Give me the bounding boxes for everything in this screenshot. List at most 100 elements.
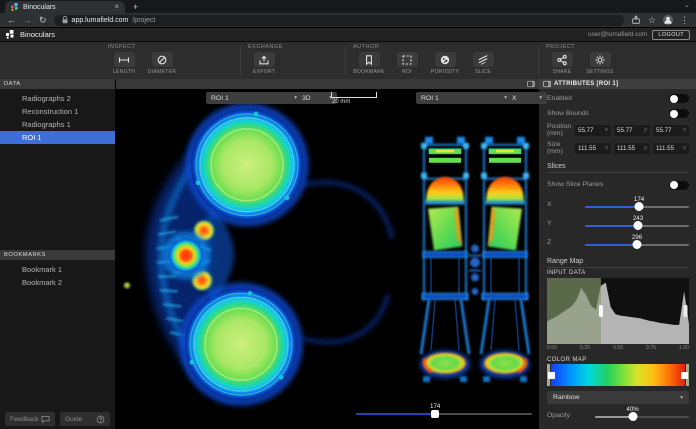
- share-button[interactable]: [552, 52, 573, 67]
- show-slice-planes-toggle[interactable]: [669, 181, 689, 190]
- guide-label: Guide: [65, 416, 82, 423]
- tab-close-icon[interactable]: ×: [114, 3, 119, 11]
- guide-button[interactable]: Guide: [60, 412, 110, 426]
- input-data-histogram[interactable]: [547, 278, 689, 344]
- viewport: ROI 1 ▾ 3D ▾ 20 mm ROI 1 ▾ X ▾: [116, 79, 539, 429]
- toolbar: INSPECT LENGTH DIAMETER EXCHANGE: [0, 42, 696, 79]
- url-host: app.lumafield.com: [72, 17, 129, 24]
- opacity-slider[interactable]: 40%: [595, 407, 689, 423]
- slice-icon: [477, 54, 489, 66]
- forward-icon[interactable]: →: [23, 15, 32, 25]
- browser-tab[interactable]: Binoculars ×: [5, 1, 125, 13]
- new-tab-button[interactable]: +: [133, 2, 138, 12]
- sidebar-footer: Feedback Guide: [5, 412, 110, 426]
- position-y-field[interactable]: 55.77y: [614, 125, 650, 136]
- left-view-dataset-select[interactable]: ROI 1 ▾: [206, 92, 302, 104]
- settings-button[interactable]: [590, 52, 611, 67]
- input-data-label: INPUT DATA: [547, 270, 689, 276]
- lumafield-logo: [6, 30, 15, 39]
- tab-title: Binoculars: [23, 4, 56, 11]
- slice-x-value: 174: [634, 196, 644, 203]
- color-map-select[interactable]: Rainbow ▾: [547, 391, 689, 404]
- ct-3d-render[interactable]: [116, 89, 411, 429]
- slider-knob[interactable]: [635, 202, 644, 211]
- url-bar[interactable]: app.lumafield.com/project: [54, 15, 624, 26]
- collapse-panel-icon[interactable]: [527, 80, 535, 88]
- ct-slice-view[interactable]: [411, 89, 539, 429]
- slider-knob[interactable]: [634, 221, 643, 230]
- size-x-field[interactable]: 111.55x: [575, 143, 611, 154]
- tool-bookmark: BOOKMARK: [353, 52, 385, 75]
- position-x-field[interactable]: 55.77x: [575, 125, 611, 136]
- bookmark-star-icon[interactable]: ☆: [648, 15, 656, 25]
- color-map-handle-right[interactable]: [681, 372, 688, 379]
- range-handle-left[interactable]: [599, 305, 603, 317]
- bookmark-icon: [363, 54, 375, 66]
- profile-avatar[interactable]: [663, 15, 673, 25]
- tool-slice: SLICE: [467, 52, 499, 75]
- color-map-handle-left[interactable]: [548, 372, 555, 379]
- tool-label: EXPORT: [248, 69, 280, 75]
- group-label: AUTHOR: [353, 44, 499, 50]
- slice-y-value: 243: [633, 215, 643, 222]
- sidebar-item-bookmark-2[interactable]: Bookmark 2: [0, 276, 115, 289]
- diameter-icon: [156, 54, 168, 66]
- slice-x-slider[interactable]: 174: [585, 197, 689, 213]
- slice-y-slider[interactable]: 243: [585, 216, 689, 232]
- install-app-icon[interactable]: [631, 15, 641, 25]
- panel-icon[interactable]: [543, 80, 551, 88]
- tool-label: SETTINGS: [584, 69, 616, 75]
- enabled-toggle[interactable]: [669, 94, 689, 103]
- slice-position-slider[interactable]: 174: [356, 404, 532, 420]
- tool-settings: SETTINGS: [584, 52, 616, 75]
- guide-icon: [96, 415, 105, 424]
- slice-button[interactable]: [473, 52, 494, 67]
- show-bounds-toggle[interactable]: [669, 109, 689, 118]
- slice-z-value: 296: [632, 234, 642, 241]
- slices-section-header: Slices: [547, 163, 689, 173]
- sidebar-item-roi-1[interactable]: ROI 1: [0, 131, 115, 144]
- show-slice-planes-label: Show Slice Planes: [547, 181, 605, 189]
- sidebar-item-reconstruction-1[interactable]: Reconstruction 1: [0, 105, 115, 118]
- length-button[interactable]: [114, 52, 135, 67]
- sidebar-item-bookmark-1[interactable]: Bookmark 1: [0, 263, 115, 276]
- size-y-field[interactable]: 111.55y: [614, 143, 650, 154]
- selected-value: ROI 1: [421, 95, 439, 102]
- tool-export: EXPORT: [248, 52, 280, 75]
- browser-menu-icon[interactable]: ⋮: [680, 15, 689, 25]
- chevron-down-icon: ▾: [680, 395, 683, 401]
- tool-label: LENGTH: [108, 69, 140, 75]
- attributes-panel: ATTRIBUTES [ROI 1] Enabled Show Bounds P…: [539, 79, 696, 429]
- feedback-button[interactable]: Feedback: [5, 412, 55, 426]
- reload-icon[interactable]: ↻: [39, 15, 47, 25]
- tool-label: BOOKMARK: [353, 69, 385, 75]
- group-label: INSPECT: [108, 44, 178, 50]
- back-icon[interactable]: ←: [7, 15, 16, 25]
- roi-button[interactable]: [397, 52, 418, 67]
- tool-label: SLICE: [467, 69, 499, 75]
- slice-z-slider[interactable]: 296: [585, 235, 689, 251]
- range-handle-right[interactable]: [684, 305, 688, 317]
- attributes-panel-header: ATTRIBUTES [ROI 1]: [539, 79, 696, 89]
- export-button[interactable]: [254, 52, 275, 67]
- url-path: /project: [132, 17, 155, 24]
- slider-knob[interactable]: [633, 240, 642, 249]
- tool-porosity: POROSITY: [429, 52, 461, 75]
- slider-knob[interactable]: [628, 412, 637, 421]
- sidebar-item-radiographs-2[interactable]: Radiographs 2: [0, 92, 115, 105]
- logout-button[interactable]: LOGOUT: [652, 30, 690, 40]
- slider-knob[interactable]: [431, 410, 439, 418]
- position-z-field[interactable]: 55.77z: [653, 125, 689, 136]
- diameter-button[interactable]: [152, 52, 173, 67]
- sidebar-item-radiographs-1[interactable]: Radiographs 1: [0, 118, 115, 131]
- right-view-dataset-select[interactable]: ROI 1 ▾: [416, 92, 512, 104]
- enabled-label: Enabled: [547, 95, 572, 102]
- browser-tab-strip: Binoculars × + ⌄: [0, 0, 696, 13]
- tab-search-icon[interactable]: ⌄: [684, 1, 690, 9]
- bookmark-button[interactable]: [359, 52, 380, 67]
- right-view-axis-select[interactable]: X ▾: [507, 92, 547, 104]
- selected-value: X: [512, 95, 517, 102]
- size-z-field[interactable]: 111.55z: [653, 143, 689, 154]
- porosity-button[interactable]: [435, 52, 456, 67]
- feedback-label: Feedback: [10, 416, 39, 423]
